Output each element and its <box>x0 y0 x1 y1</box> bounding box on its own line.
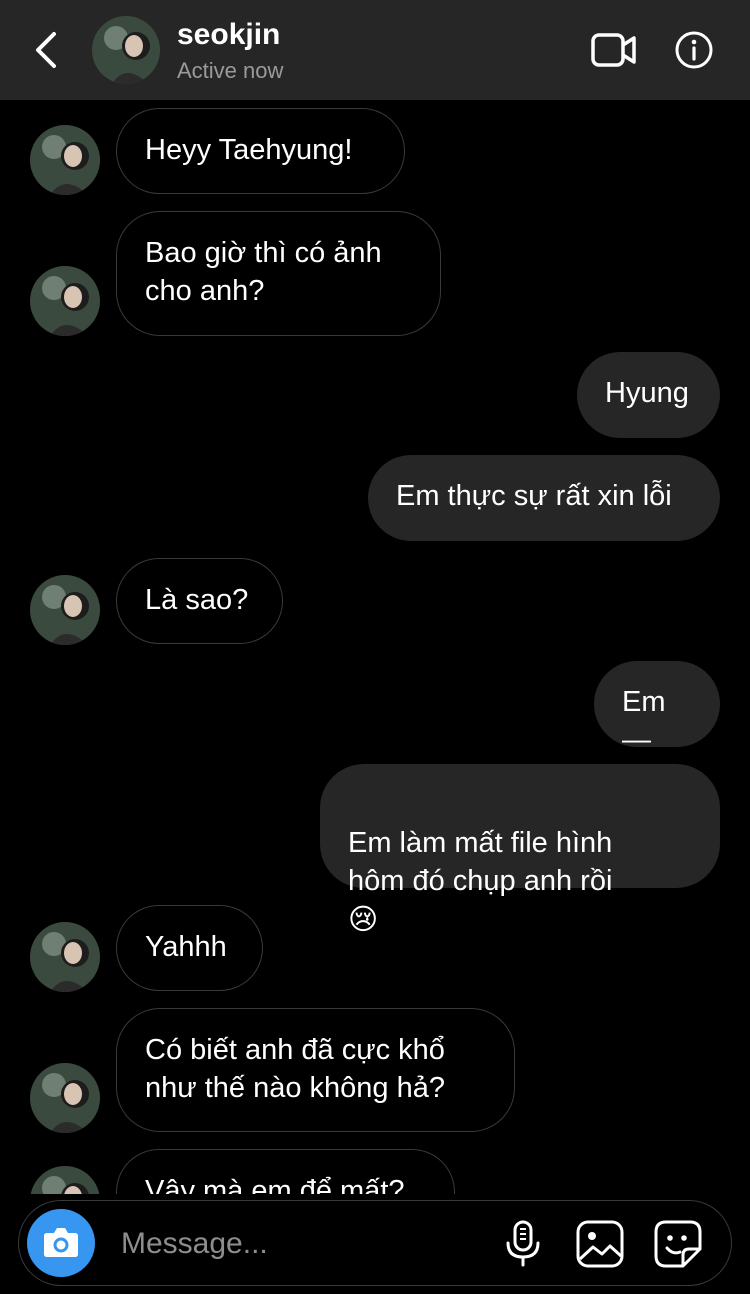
message-bubble-sent[interactable]: Em làm mất file hình hôm đó chụp anh rồi… <box>320 764 720 936</box>
info-button[interactable] <box>674 30 714 70</box>
message-bubble-sent[interactable]: Em— <box>594 661 720 756</box>
message-composer <box>18 1200 732 1286</box>
message-bubble-received[interactable]: Yahhh <box>116 905 263 991</box>
avatar[interactable] <box>30 125 100 195</box>
video-camera-icon <box>591 33 636 67</box>
message-bubble-received[interactable]: Heyy Taehyung! <box>116 108 405 194</box>
message-input[interactable] <box>119 1219 483 1269</box>
avatar[interactable] <box>30 266 100 336</box>
microphone-icon <box>506 1220 540 1267</box>
avatar[interactable] <box>30 575 100 645</box>
gallery-button[interactable] <box>575 1219 625 1269</box>
message-bubble-sent[interactable]: Em thực sự rất xin lỗi <box>368 455 720 541</box>
message-bubble-received[interactable]: Có biết anh đã cực khổ như thế nào không… <box>116 1008 515 1132</box>
message-thread[interactable]: Heyy Taehyung! Bao giờ thì có ảnh cho an… <box>0 100 750 1194</box>
avatar[interactable] <box>92 16 160 84</box>
avatar[interactable] <box>30 1063 100 1133</box>
sticker-button[interactable] <box>653 1219 703 1269</box>
sticker-icon <box>654 1220 702 1268</box>
camera-icon <box>44 1228 78 1257</box>
message-bubble-received[interactable]: Vậy mà em để mất? <box>116 1149 455 1194</box>
voice-message-button[interactable] <box>503 1219 543 1269</box>
camera-button[interactable] <box>27 1209 95 1277</box>
gallery-icon <box>576 1220 624 1268</box>
message-bubble-received[interactable]: Bao giờ thì có ảnh cho anh? <box>116 211 441 336</box>
message-bubble-sent[interactable]: Hyung <box>577 352 720 438</box>
video-call-button[interactable] <box>590 30 638 70</box>
contact-name[interactable]: seokjin <box>177 18 280 52</box>
avatar[interactable] <box>30 1166 100 1194</box>
chat-header: seokjin Active now <box>0 0 750 100</box>
back-button[interactable] <box>28 28 64 72</box>
avatar[interactable] <box>30 922 100 992</box>
active-status: Active now <box>177 58 284 83</box>
chevron-left-icon <box>36 32 56 68</box>
message-bubble-received[interactable]: Là sao? <box>116 558 283 644</box>
info-icon <box>675 31 713 69</box>
crying-face-emoji: 😢 <box>348 902 379 936</box>
message-text: Em làm mất file hình hôm đó chụp anh rồi <box>348 827 613 897</box>
